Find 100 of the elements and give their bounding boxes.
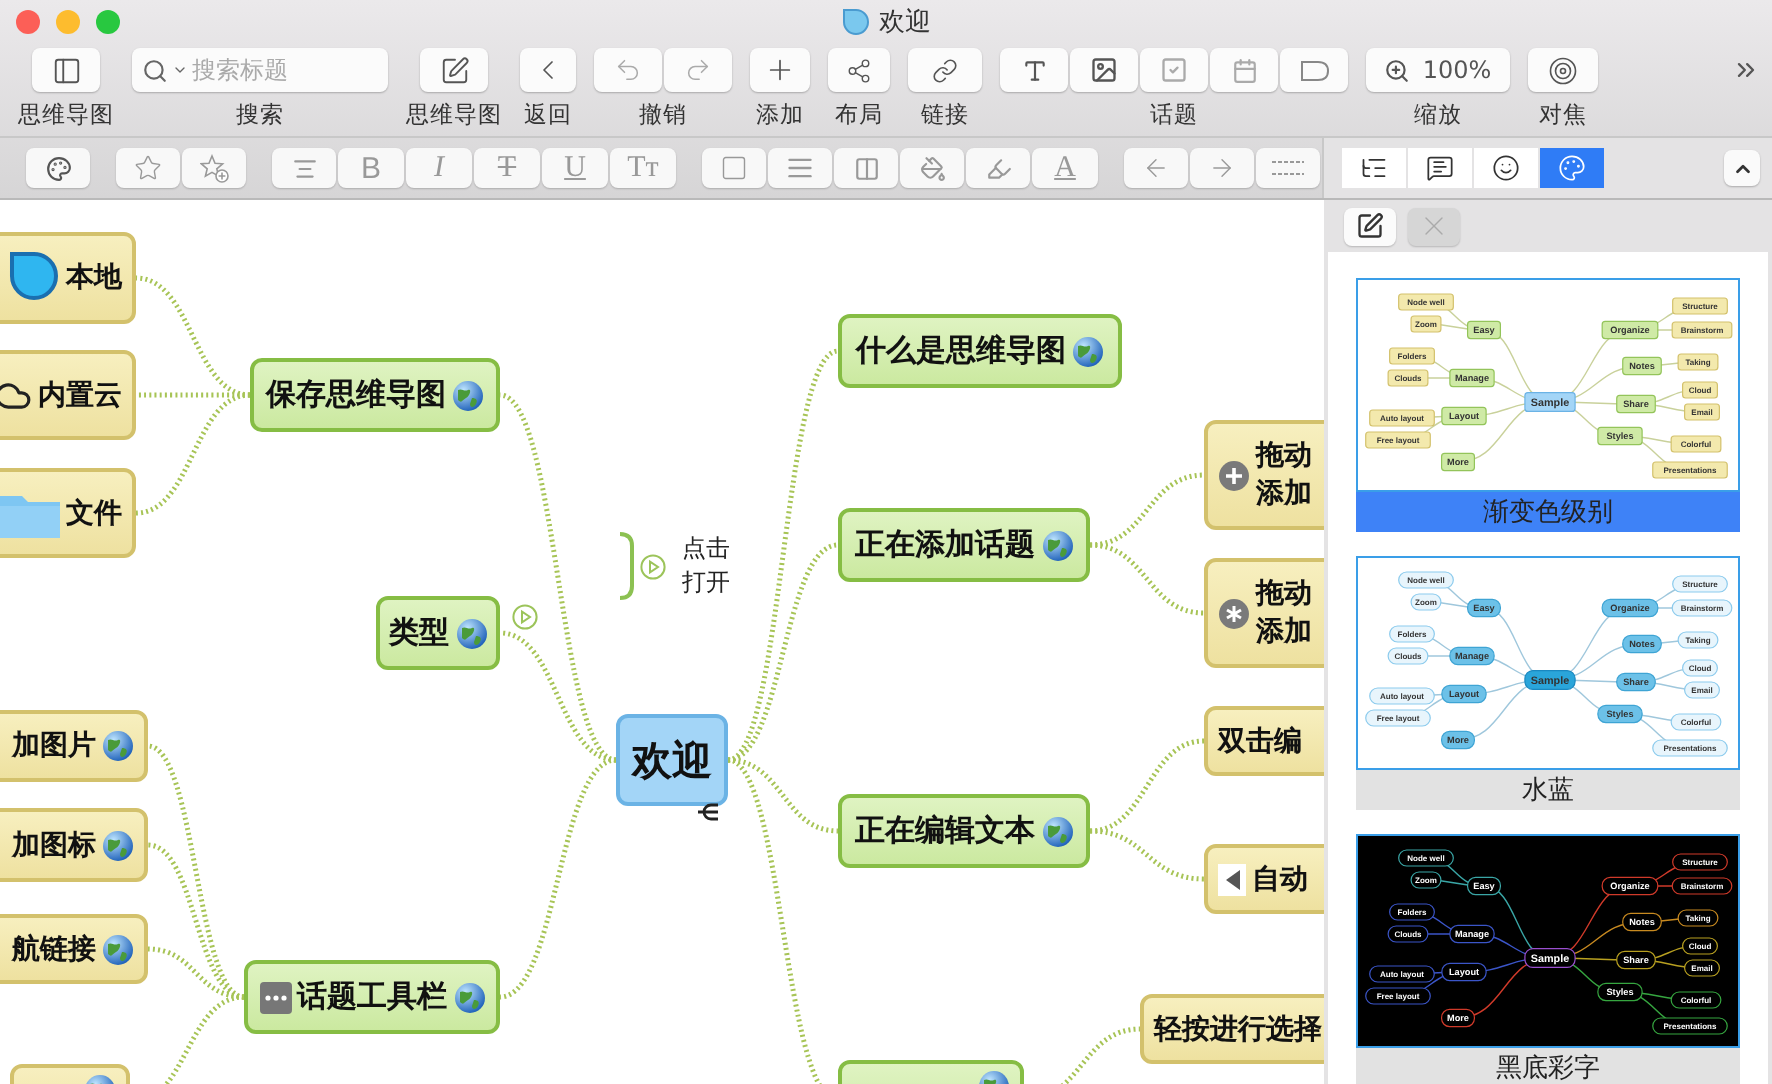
- topic-text: 正在编辑文本: [855, 812, 1035, 850]
- toolbar-label: 布局: [835, 100, 883, 130]
- shape-button[interactable]: [702, 148, 766, 188]
- text-box-icon: [1021, 57, 1047, 83]
- topic-node[interactable]: 航链接: [0, 914, 148, 984]
- line-style-button[interactable]: [1256, 148, 1320, 188]
- image-icon: [1090, 56, 1118, 84]
- notes-icon: [1426, 154, 1454, 182]
- topic-node[interactable]: 加图标: [0, 808, 148, 882]
- calendar-icon: [1231, 57, 1257, 83]
- paint-bucket-icon: [919, 155, 945, 181]
- topic-node[interactable]: 欢迎: [616, 714, 728, 806]
- text-box-button[interactable]: [1000, 48, 1068, 92]
- arrow-right-button[interactable]: [1190, 148, 1254, 188]
- topic-node[interactable]: 内置云: [0, 350, 136, 440]
- layout-button[interactable]: [828, 48, 890, 92]
- topic-node[interactable]: 文件: [0, 468, 136, 558]
- add-button[interactable]: [750, 48, 810, 92]
- caret-icon: [172, 62, 188, 78]
- topic-node[interactable]: 本地: [0, 232, 136, 324]
- maximize-button[interactable]: [96, 10, 120, 34]
- toolbar-label: 搜索: [236, 100, 284, 130]
- toolbar-label: 思维导图: [18, 100, 114, 130]
- star-button[interactable]: [116, 148, 180, 188]
- edit-button[interactable]: [420, 48, 488, 92]
- toolbar-label: 缩放: [1414, 100, 1462, 130]
- arrow-right-icon: [1208, 154, 1236, 182]
- panel-tab[interactable]: [1408, 148, 1472, 188]
- callout-text: 点击: [682, 532, 730, 566]
- link-button[interactable]: [908, 48, 982, 92]
- theme-name[interactable]: 水蓝: [1356, 770, 1740, 810]
- search-field[interactable]: 搜索标题: [132, 48, 388, 92]
- undo-icon: [614, 56, 642, 84]
- redo-button[interactable]: [664, 48, 732, 92]
- topic-text: 文件: [66, 495, 122, 531]
- topic-text: 本地: [66, 260, 122, 296]
- topic-text: 正在添加话题: [855, 526, 1035, 564]
- panel-tab[interactable]: [1342, 148, 1406, 188]
- back-button[interactable]: [520, 48, 576, 92]
- topic-text: 什么是思维导图: [856, 332, 1066, 370]
- topic-text: 航链接: [12, 931, 96, 967]
- calendar-button[interactable]: [1210, 48, 1278, 92]
- topic-text: 添加: [1256, 475, 1312, 513]
- sidebar-button[interactable]: [32, 48, 100, 92]
- topic-text: 加图标: [12, 827, 96, 863]
- play-circle-icon: [512, 604, 538, 630]
- image-button[interactable]: [1070, 48, 1138, 92]
- edit-theme-button[interactable]: [1344, 207, 1396, 245]
- fill-button[interactable]: [900, 148, 964, 188]
- theme-name[interactable]: 黑底彩字: [1356, 1048, 1740, 1084]
- topic-text: 自动: [1252, 861, 1308, 897]
- target-icon: [1548, 55, 1578, 85]
- topic-node[interactable]: 加图片: [0, 710, 148, 782]
- toolbar-label: 话题: [1150, 100, 1198, 130]
- collapse-button[interactable]: [1724, 150, 1760, 186]
- minimize-button[interactable]: [56, 10, 80, 34]
- window-title: 欢迎: [879, 6, 931, 40]
- align-button[interactable]: [272, 148, 336, 188]
- topic-node[interactable]: 类型: [376, 596, 500, 670]
- highlight-button[interactable]: [966, 148, 1030, 188]
- arrow-left-button[interactable]: [1124, 148, 1188, 188]
- topic-text: 轻按进行选择: [1154, 1011, 1322, 1047]
- topic-node[interactable]: 话题工具栏: [244, 960, 500, 1034]
- nodes-icon: [846, 57, 872, 83]
- close-button[interactable]: [16, 10, 40, 34]
- callout-text: 打开: [682, 566, 730, 600]
- focus-button[interactable]: [1528, 48, 1598, 92]
- highlighter-icon: [985, 155, 1011, 181]
- topic-node[interactable]: 什么是思维导图: [838, 314, 1122, 388]
- topic-node[interactable]: 轻按进行选择: [1140, 994, 1324, 1064]
- topic-node[interactable]: 保存思维导图: [250, 358, 500, 432]
- topic-node[interactable]: 正在添加话题: [838, 508, 1090, 582]
- dashed-lines-icon: [1270, 158, 1306, 178]
- border-button[interactable]: [834, 148, 898, 188]
- topic-text: 加图片: [12, 728, 96, 764]
- plus-icon: [1218, 459, 1250, 491]
- toolbar-label: 链接: [921, 100, 969, 130]
- checkbox-button[interactable]: [1140, 48, 1208, 92]
- search-input[interactable]: 搜索标题: [192, 56, 352, 84]
- topic-node[interactable]: 双击编: [1204, 706, 1324, 776]
- topic-text: 拖动: [1256, 437, 1312, 475]
- play-circle-icon: [640, 553, 666, 579]
- topic-node[interactable]: 自动: [1204, 844, 1324, 914]
- topic-node[interactable]: 拖动 添加: [1204, 420, 1324, 530]
- line-button[interactable]: [768, 148, 832, 188]
- undo-button[interactable]: [594, 48, 662, 92]
- add-star-button[interactable]: [182, 148, 246, 188]
- panel-tab[interactable]: [1474, 148, 1538, 188]
- delete-button[interactable]: [1408, 207, 1460, 245]
- topic-node[interactable]: 正在编辑文本: [838, 794, 1090, 868]
- shape-button[interactable]: [1280, 48, 1348, 92]
- style-button[interactable]: [26, 148, 90, 188]
- star-plus-icon: [199, 153, 229, 183]
- topic-text: 双击编: [1218, 723, 1302, 759]
- palette-icon: [45, 155, 71, 181]
- topic-node[interactable]: 拖动 添加: [1204, 558, 1324, 668]
- edit-icon: [1356, 212, 1384, 240]
- zoom-button[interactable]: 100%: [1366, 48, 1510, 92]
- topic-text: 类型: [389, 614, 449, 652]
- theme-name[interactable]: 渐变色级别: [1356, 492, 1740, 532]
